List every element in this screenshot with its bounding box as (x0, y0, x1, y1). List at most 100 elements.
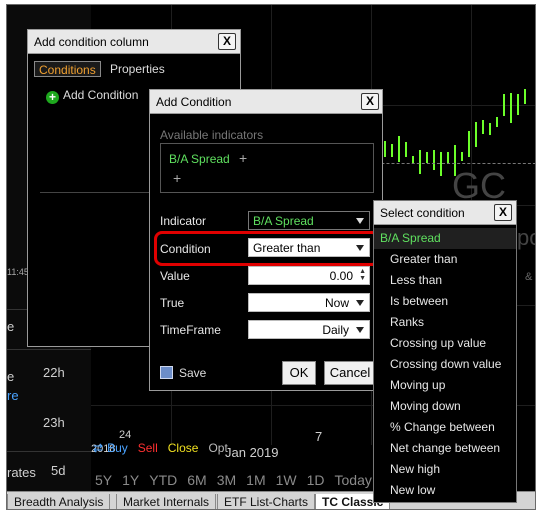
true-label: True (160, 296, 185, 310)
chevron-down-icon (356, 245, 364, 251)
condition-option[interactable]: Net change between (374, 438, 516, 459)
range-selector: 5Y 1Y YTD 6M 3M 1M 1W 1D Today (95, 472, 382, 488)
value-input[interactable]: 0.00 ▲ ▼ (248, 266, 370, 285)
condition-option[interactable]: Moving up (374, 375, 516, 396)
candle-mark (419, 150, 421, 174)
indicator-symbol-fragment: & (525, 271, 533, 283)
time-label: 11:45 (7, 267, 29, 277)
chevron-down-icon (356, 300, 364, 306)
condition-option[interactable]: Crossing up value (374, 333, 516, 354)
candle-mark (517, 93, 519, 115)
range-ytd[interactable]: YTD (149, 472, 177, 488)
app-window: GC po & 11:45 e 22h e re 23h rates 5d 20… (6, 4, 536, 510)
candle-mark (482, 120, 484, 135)
tab-conditions[interactable]: Conditions (34, 61, 101, 77)
close-button[interactable]: X (494, 204, 512, 221)
tab-market-internals[interactable]: Market Internals (116, 494, 217, 509)
true-select[interactable]: Now (248, 293, 370, 312)
date-tick: 24 (119, 429, 132, 441)
add-icon: + (46, 91, 59, 104)
condition-option[interactable]: Moving down (374, 396, 516, 417)
buy-button[interactable]: Buy (107, 441, 128, 455)
save-button[interactable]: Save (160, 366, 206, 380)
candle-mark (398, 136, 400, 163)
timeframe-label: TimeFrame (160, 323, 221, 337)
range-today[interactable]: Today (335, 472, 372, 488)
timeframe-value: Daily (322, 323, 349, 337)
refresh-icon[interactable]: ⇄ (93, 441, 103, 455)
range-5y[interactable]: 5Y (95, 472, 112, 488)
condition-option[interactable]: % Change between (374, 417, 516, 438)
add-condition-label: Add Condition (63, 88, 139, 102)
tab-properties[interactable]: Properties (106, 61, 169, 77)
condition-option[interactable]: Ranks (374, 312, 516, 333)
spinner-icon[interactable]: ▲ ▼ (359, 268, 366, 282)
add-condition-button[interactable]: + Add Condition (46, 88, 138, 104)
watchlist-row-link[interactable]: re (7, 388, 19, 403)
row-divider (7, 451, 91, 452)
candle-mark (433, 149, 435, 170)
add-indicator-icon[interactable]: + (173, 170, 181, 186)
candle-mark (510, 92, 512, 123)
candle-mark (489, 122, 491, 136)
add-indicator-icon[interactable]: + (239, 150, 247, 166)
candle-mark (391, 143, 393, 158)
indicator-label-fragment: po (517, 225, 535, 250)
candle-mark (426, 152, 428, 163)
indicator-label: Indicator (160, 214, 207, 228)
close-button[interactable]: X (218, 33, 236, 50)
candle-mark (384, 140, 386, 158)
dialog-title: Add Condition (150, 90, 382, 114)
range-6m[interactable]: 6M (187, 472, 206, 488)
watchlist-row-time: 22h (43, 365, 65, 380)
true-value: Now (324, 296, 349, 310)
close-button[interactable]: X (361, 93, 379, 110)
sell-button[interactable]: Sell (138, 441, 158, 455)
chevron-down-icon (356, 327, 364, 333)
chevron-down-icon (356, 218, 364, 224)
condition-option[interactable]: B/A Spread (374, 228, 516, 249)
indicator-item[interactable]: B/A Spread (169, 152, 230, 166)
trade-actions: ⇄ Buy Sell Close Opt (93, 441, 238, 457)
range-1m[interactable]: 1M (246, 472, 265, 488)
watchlist-row-label: e (7, 319, 15, 334)
condition-value: Greater than (253, 241, 321, 255)
condition-option[interactable]: New low (374, 480, 516, 501)
save-icon (160, 366, 173, 379)
condition-option[interactable]: Crossing down value (374, 354, 516, 375)
condition-option[interactable]: Greater than (374, 249, 516, 270)
range-1y[interactable]: 1Y (122, 472, 139, 488)
options-button[interactable]: Opt (208, 441, 227, 455)
cancel-button[interactable]: Cancel (324, 361, 376, 385)
watchlist-row-time: 23h (43, 415, 65, 430)
watchlist-row-time: 5d (51, 463, 66, 478)
candle-mark (503, 94, 505, 117)
watchlist-row-label: rates (7, 465, 36, 480)
condition-select[interactable]: Greater than (248, 238, 370, 257)
date-tick: 7 (315, 429, 323, 444)
tab-etf-list-charts[interactable]: ETF List-Charts (217, 494, 316, 509)
available-indicators-label: Available indicators (160, 128, 264, 142)
range-1d[interactable]: 1D (307, 472, 325, 488)
value-label: Value (160, 269, 190, 283)
condition-option[interactable]: Is between (374, 291, 516, 312)
candle-mark (524, 88, 526, 104)
dialog-title: Add condition column (28, 30, 240, 54)
indicator-select[interactable]: B/A Spread (248, 211, 370, 230)
candle-mark (496, 116, 498, 127)
condition-list: B/A Spread Greater than Less than Is bet… (374, 228, 516, 501)
available-indicators-list: B/A Spread + + (160, 143, 374, 193)
add-condition-dialog: Add Condition X Available indicators B/A… (149, 89, 383, 391)
condition-option[interactable]: Less than (374, 270, 516, 291)
candle-mark (461, 152, 463, 162)
close-position-button[interactable]: Close (168, 441, 199, 455)
range-3m[interactable]: 3M (217, 472, 236, 488)
condition-option[interactable]: New high (374, 459, 516, 480)
ok-button[interactable]: OK (282, 361, 316, 385)
watchlist-row-label: e (7, 369, 15, 384)
row-divider (7, 349, 91, 350)
tab-breadth-analysis[interactable]: Breadth Analysis (7, 494, 111, 509)
range-1w[interactable]: 1W (276, 472, 297, 488)
select-condition-popup: Select condition X B/A Spread Greater th… (373, 200, 517, 503)
timeframe-select[interactable]: Daily (248, 320, 370, 339)
